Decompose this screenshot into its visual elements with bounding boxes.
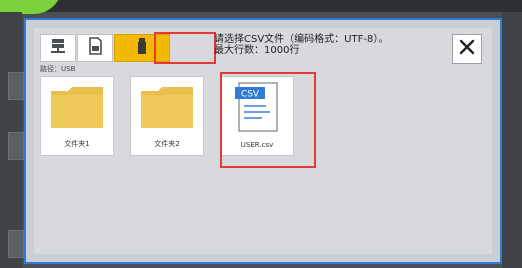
folder-icon <box>140 85 194 133</box>
network-drive-icon <box>49 37 67 59</box>
folder-item[interactable]: 文件夹2 <box>130 76 204 156</box>
background-tab <box>8 132 24 160</box>
background-tab <box>8 72 24 100</box>
usb-button[interactable] <box>114 34 170 62</box>
folder-item[interactable]: 文件夹1 <box>40 76 114 156</box>
instruction-line-1: 请选择CSV文件（编码格式：UTF-8）。 <box>214 34 389 45</box>
instructions: 请选择CSV文件（编码格式：UTF-8）。 最大行数：1000行 <box>214 34 388 56</box>
storage-source-toolbar <box>40 32 216 64</box>
csv-badge: CSV <box>241 90 260 100</box>
folder-icon <box>50 85 104 133</box>
file-select-dialog: 请选择CSV文件（编码格式：UTF-8）。 最大行数：1000行 路径：USB <box>24 18 502 264</box>
background-top-bar <box>0 0 522 12</box>
file-label: 文件夹1 <box>64 140 90 148</box>
dialog-body: 请选择CSV文件（编码格式：UTF-8）。 最大行数：1000行 路径：USB <box>34 28 492 254</box>
background-right-panel <box>502 12 522 268</box>
close-icon <box>459 39 475 59</box>
current-path: 路径：USB <box>40 65 76 73</box>
close-button[interactable] <box>452 34 482 64</box>
file-label: USER.csv <box>240 141 274 149</box>
background-left-panel <box>0 12 24 268</box>
file-label: 文件夹2 <box>154 140 180 148</box>
instruction-line-2: 最大行数：1000行 <box>214 45 300 56</box>
csv-file-item[interactable]: CSV USER.csv <box>220 76 294 156</box>
csv-file-icon: CSV <box>233 81 281 137</box>
folder-thumbnail <box>131 81 203 137</box>
folder-thumbnail <box>41 81 113 137</box>
csv-thumbnail: CSV <box>221 81 293 137</box>
sd-card-icon <box>87 37 103 59</box>
network-drive-button[interactable] <box>40 34 76 62</box>
background-tab <box>8 230 24 258</box>
file-list: 文件夹1 文件夹2 CSV USER.csv <box>40 76 310 156</box>
usb-icon <box>136 37 148 59</box>
sd-card-button[interactable] <box>77 34 113 62</box>
